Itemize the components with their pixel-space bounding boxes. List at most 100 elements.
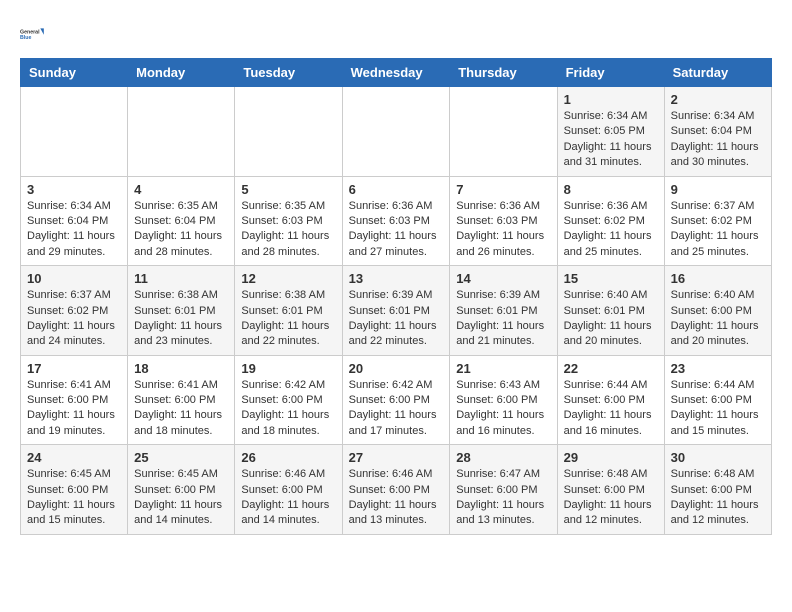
calendar-cell: 1Sunrise: 6:34 AM Sunset: 6:05 PM Daylig… (557, 87, 664, 177)
cell-content: Sunrise: 6:39 AM Sunset: 6:01 PM Dayligh… (456, 288, 550, 350)
day-number: 23 (671, 361, 765, 376)
day-number: 7 (456, 182, 550, 197)
calendar-cell: 7 Sunrise: 6:36 AM Sunset: 6:03 PM Daylig… (450, 176, 557, 266)
weekday-header-wednesday: Wednesday (342, 59, 450, 87)
calendar-cell: 22 Sunrise: 6:44 AM Sunset: 6:00 PM Dayli… (557, 355, 664, 445)
cell-content: Sunrise: 6:42 AM Sunset: 6:00 PM Dayligh… (241, 378, 335, 440)
cell-content: Sunrise: 6:35 AM Sunset: 6:04 PM Dayligh… (134, 199, 228, 261)
weekday-header-monday: Monday (128, 59, 235, 87)
page-header: GeneralBlue (20, 20, 772, 48)
calendar-cell: 28 Sunrise: 6:47 AM Sunset: 6:00 PM Dayli… (450, 445, 557, 535)
calendar-cell: 6 Sunrise: 6:36 AM Sunset: 6:03 PM Daylig… (342, 176, 450, 266)
svg-text:Blue: Blue (20, 35, 31, 41)
day-number: 8 (564, 182, 658, 197)
weekday-header-saturday: Saturday (664, 59, 771, 87)
cell-content: Sunrise: 6:34 AM Sunset: 6:04 PM Dayligh… (671, 109, 765, 171)
calendar-cell: 11 Sunrise: 6:38 AM Sunset: 6:01 PM Dayli… (128, 266, 235, 356)
cell-content: Sunrise: 6:46 AM Sunset: 6:00 PM Dayligh… (241, 467, 335, 529)
calendar-cell: 19 Sunrise: 6:42 AM Sunset: 6:00 PM Dayli… (235, 355, 342, 445)
calendar-cell: 17 Sunrise: 6:41 AM Sunset: 6:00 PM Dayli… (21, 355, 128, 445)
calendar-cell (450, 87, 557, 177)
calendar-cell: 27 Sunrise: 6:46 AM Sunset: 6:00 PM Dayli… (342, 445, 450, 535)
cell-content: Sunrise: 6:42 AM Sunset: 6:00 PM Dayligh… (349, 378, 444, 440)
day-number: 17 (27, 361, 121, 376)
calendar-cell (342, 87, 450, 177)
calendar-cell: 2Sunrise: 6:34 AM Sunset: 6:04 PM Daylig… (664, 87, 771, 177)
cell-content: Sunrise: 6:39 AM Sunset: 6:01 PM Dayligh… (349, 288, 444, 350)
day-number: 19 (241, 361, 335, 376)
calendar-cell (21, 87, 128, 177)
cell-content: Sunrise: 6:44 AM Sunset: 6:00 PM Dayligh… (564, 378, 658, 440)
weekday-header-tuesday: Tuesday (235, 59, 342, 87)
cell-content: Sunrise: 6:38 AM Sunset: 6:01 PM Dayligh… (134, 288, 228, 350)
day-number: 3 (27, 182, 121, 197)
cell-content: Sunrise: 6:41 AM Sunset: 6:00 PM Dayligh… (134, 378, 228, 440)
calendar-cell: 16Sunrise: 6:40 AM Sunset: 6:00 PM Dayli… (664, 266, 771, 356)
cell-content: Sunrise: 6:44 AM Sunset: 6:00 PM Dayligh… (671, 378, 765, 440)
day-number: 15 (564, 271, 658, 286)
weekday-header-friday: Friday (557, 59, 664, 87)
calendar-cell (235, 87, 342, 177)
day-number: 25 (134, 450, 228, 465)
svg-text:General: General (20, 29, 40, 35)
cell-content: Sunrise: 6:36 AM Sunset: 6:03 PM Dayligh… (349, 199, 444, 261)
day-number: 22 (564, 361, 658, 376)
calendar-cell: 15 Sunrise: 6:40 AM Sunset: 6:01 PM Dayli… (557, 266, 664, 356)
cell-content: Sunrise: 6:36 AM Sunset: 6:03 PM Dayligh… (456, 199, 550, 261)
cell-content: Sunrise: 6:37 AM Sunset: 6:02 PM Dayligh… (671, 199, 765, 261)
cell-content: Sunrise: 6:36 AM Sunset: 6:02 PM Dayligh… (564, 199, 658, 261)
day-number: 26 (241, 450, 335, 465)
day-number: 11 (134, 271, 228, 286)
cell-content: Sunrise: 6:43 AM Sunset: 6:00 PM Dayligh… (456, 378, 550, 440)
calendar-cell: 12Sunrise: 6:38 AM Sunset: 6:01 PM Dayli… (235, 266, 342, 356)
cell-content: Sunrise: 6:45 AM Sunset: 6:00 PM Dayligh… (27, 467, 121, 529)
calendar-cell: 26 Sunrise: 6:46 AM Sunset: 6:00 PM Dayli… (235, 445, 342, 535)
calendar-cell: 10 Sunrise: 6:37 AM Sunset: 6:02 PM Dayli… (21, 266, 128, 356)
day-number: 13 (349, 271, 444, 286)
logo-icon: GeneralBlue (20, 20, 48, 48)
day-number: 28 (456, 450, 550, 465)
day-number: 4 (134, 182, 228, 197)
calendar-cell: 9 Sunrise: 6:37 AM Sunset: 6:02 PM Daylig… (664, 176, 771, 266)
cell-content: Sunrise: 6:46 AM Sunset: 6:00 PM Dayligh… (349, 467, 444, 529)
calendar-cell: 4 Sunrise: 6:35 AM Sunset: 6:04 PM Daylig… (128, 176, 235, 266)
cell-content: Sunrise: 6:41 AM Sunset: 6:00 PM Dayligh… (27, 378, 121, 440)
cell-content: Sunrise: 6:45 AM Sunset: 6:00 PM Dayligh… (134, 467, 228, 529)
cell-content: Sunrise: 6:48 AM Sunset: 6:00 PM Dayligh… (564, 467, 658, 529)
day-number: 30 (671, 450, 765, 465)
calendar-cell: 20Sunrise: 6:42 AM Sunset: 6:00 PM Dayli… (342, 355, 450, 445)
calendar-cell: 30 Sunrise: 6:48 AM Sunset: 6:00 PM Dayli… (664, 445, 771, 535)
day-number: 6 (349, 182, 444, 197)
cell-content: Sunrise: 6:48 AM Sunset: 6:00 PM Dayligh… (671, 467, 765, 529)
weekday-header-row: SundayMondayTuesdayWednesdayThursdayFrid… (21, 59, 772, 87)
calendar-cell: 25 Sunrise: 6:45 AM Sunset: 6:00 PM Dayli… (128, 445, 235, 535)
week-row-5: 24Sunrise: 6:45 AM Sunset: 6:00 PM Dayli… (21, 445, 772, 535)
day-number: 12 (241, 271, 335, 286)
cell-content: Sunrise: 6:40 AM Sunset: 6:01 PM Dayligh… (564, 288, 658, 350)
weekday-header-sunday: Sunday (21, 59, 128, 87)
week-row-1: 1Sunrise: 6:34 AM Sunset: 6:05 PM Daylig… (21, 87, 772, 177)
cell-content: Sunrise: 6:40 AM Sunset: 6:00 PM Dayligh… (671, 288, 765, 350)
day-number: 27 (349, 450, 444, 465)
weekday-header-thursday: Thursday (450, 59, 557, 87)
day-number: 29 (564, 450, 658, 465)
calendar-cell (128, 87, 235, 177)
cell-content: Sunrise: 6:47 AM Sunset: 6:00 PM Dayligh… (456, 467, 550, 529)
day-number: 18 (134, 361, 228, 376)
day-number: 21 (456, 361, 550, 376)
cell-content: Sunrise: 6:35 AM Sunset: 6:03 PM Dayligh… (241, 199, 335, 261)
week-row-4: 17 Sunrise: 6:41 AM Sunset: 6:00 PM Dayli… (21, 355, 772, 445)
calendar-cell: 8 Sunrise: 6:36 AM Sunset: 6:02 PM Daylig… (557, 176, 664, 266)
calendar-cell: 18 Sunrise: 6:41 AM Sunset: 6:00 PM Dayli… (128, 355, 235, 445)
cell-content: Sunrise: 6:34 AM Sunset: 6:05 PM Dayligh… (564, 109, 658, 171)
calendar-cell: 24Sunrise: 6:45 AM Sunset: 6:00 PM Dayli… (21, 445, 128, 535)
cell-content: Sunrise: 6:37 AM Sunset: 6:02 PM Dayligh… (27, 288, 121, 350)
week-row-3: 10 Sunrise: 6:37 AM Sunset: 6:02 PM Dayli… (21, 266, 772, 356)
day-number: 9 (671, 182, 765, 197)
day-number: 10 (27, 271, 121, 286)
day-number: 5 (241, 182, 335, 197)
calendar-cell: 14Sunrise: 6:39 AM Sunset: 6:01 PM Dayli… (450, 266, 557, 356)
calendar-cell: 23 Sunrise: 6:44 AM Sunset: 6:00 PM Dayli… (664, 355, 771, 445)
calendar-cell: 21 Sunrise: 6:43 AM Sunset: 6:00 PM Dayli… (450, 355, 557, 445)
cell-content: Sunrise: 6:34 AM Sunset: 6:04 PM Dayligh… (27, 199, 121, 261)
